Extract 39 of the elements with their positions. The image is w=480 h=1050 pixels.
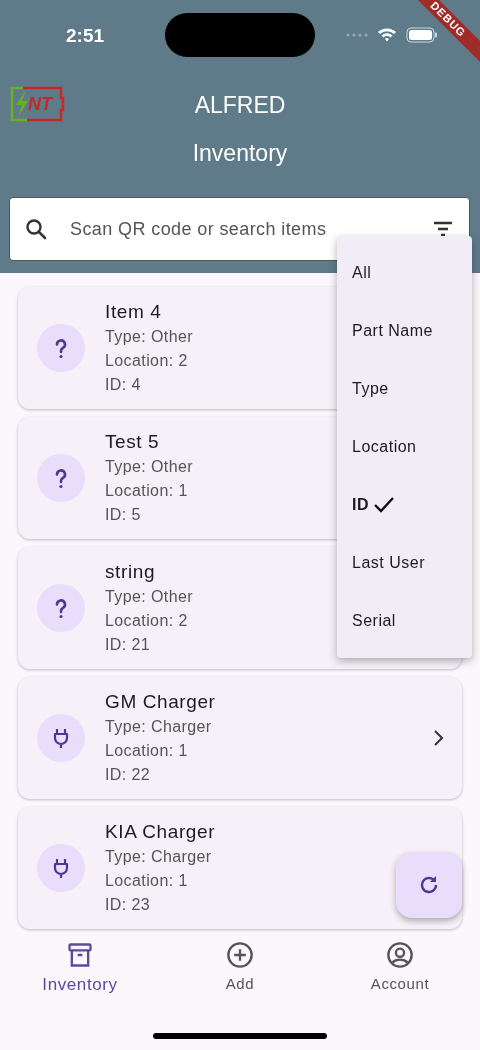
- nav-tab[interactable]: Inventory: [20, 941, 140, 995]
- logo-text: NT: [28, 94, 52, 114]
- archive-icon: [66, 941, 94, 969]
- item-name: GM Charger: [105, 690, 216, 714]
- nav-tab[interactable]: Add: [180, 941, 300, 995]
- item-id: ID: 4: [105, 375, 141, 395]
- item-name: KIA Charger: [105, 820, 216, 844]
- item-card[interactable]: GM Charger Type: Charger Location: 1 ID: 22: [18, 677, 462, 799]
- item-id: ID: 22: [105, 765, 151, 785]
- check-icon: [373, 496, 395, 514]
- item-type: Type: Other: [105, 327, 193, 347]
- refresh-button[interactable]: [396, 852, 462, 918]
- item-type: Type: Other: [105, 457, 193, 477]
- add-icon: [226, 941, 254, 969]
- item-type: Type: Charger: [105, 717, 212, 737]
- signal-icon: [346, 33, 370, 37]
- item-type: Type: Charger: [105, 847, 212, 867]
- item-location: Location: 2: [105, 611, 188, 631]
- logo-icon: [9, 86, 65, 122]
- item-name: Item 4: [105, 300, 162, 324]
- item-id: ID: 23: [105, 895, 151, 915]
- wifi-icon: [377, 27, 397, 42]
- nav-tab[interactable]: Account: [340, 941, 460, 995]
- item-location: Location: 1: [105, 741, 188, 761]
- item-card[interactable]: KIA Charger Type: Charger Location: 1 ID: 23: [18, 807, 462, 929]
- page-title: Inventory: [191, 139, 289, 168]
- item-id: ID: 21: [105, 635, 151, 655]
- item-type: Type: Other: [105, 587, 193, 607]
- app-title: ALFRED: [194, 91, 286, 119]
- item-location: Location: 1: [105, 871, 188, 891]
- item-location: Location: 1: [105, 481, 188, 501]
- account-icon: [386, 941, 414, 969]
- search-icon: [24, 217, 48, 241]
- item-id: ID: 5: [105, 505, 141, 525]
- item-name: string: [105, 560, 156, 584]
- item-location: Location: 2: [105, 351, 188, 371]
- item-name: Test 5: [105, 430, 160, 454]
- status-time: 2:51: [66, 25, 105, 47]
- search-input[interactable]: Scan QR code or search items: [68, 217, 431, 241]
